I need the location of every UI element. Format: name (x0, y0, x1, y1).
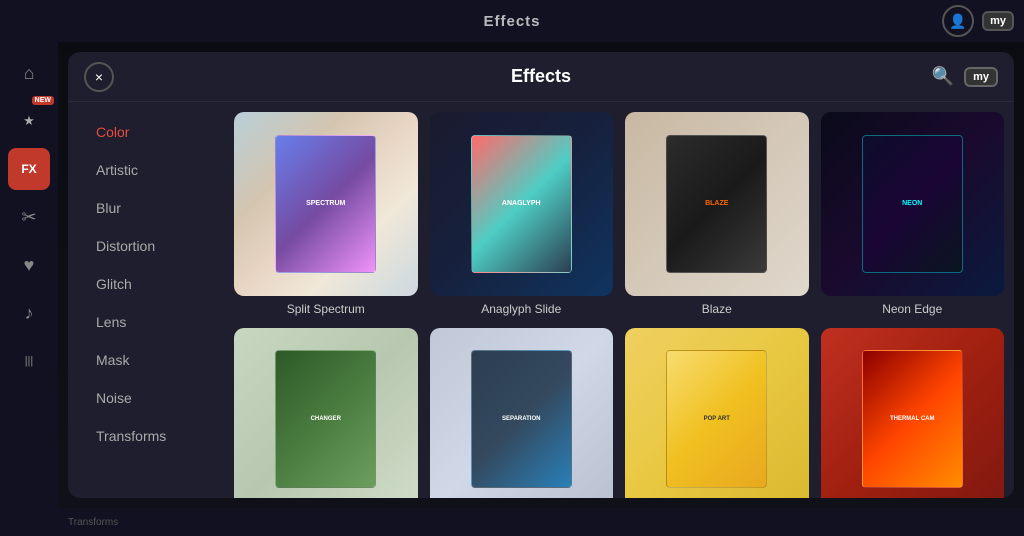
effect-box-color-changer: CHANGER (275, 350, 376, 488)
effect-thumb-halftone-pop: POP ART (625, 328, 809, 499)
app-sidebar: ⌂ ★ NEW FX ✂ ♥ ♪ ||| (0, 42, 58, 536)
effect-box-blaze: BLAZE (666, 135, 767, 273)
category-item-color[interactable]: Color (76, 114, 220, 150)
effect-thumb-thermal-cam: THERMAL CAM (821, 328, 1005, 499)
modal-header-right: 🔍 my (932, 66, 998, 87)
effect-thumb-color-changer: CHANGER (234, 328, 418, 499)
effect-box-anaglyph-slide: ANAGLYPH (471, 135, 572, 273)
category-item-mask[interactable]: Mask (76, 342, 220, 378)
effect-item-split-spectrum[interactable]: SPECTRUM Split Spectrum (234, 112, 418, 316)
close-button[interactable]: × (84, 62, 114, 92)
search-icon[interactable]: 🔍 (932, 66, 954, 87)
app-topbar-title: Effects (483, 13, 540, 30)
new-label: NEW (32, 96, 54, 105)
effect-thumb-split-spectrum: SPECTRUM (234, 112, 418, 296)
effect-item-thermal-cam[interactable]: THERMAL CAM Thermal Cam (821, 328, 1005, 499)
category-item-glitch[interactable]: Glitch (76, 266, 220, 302)
effect-box-thermal-cam: THERMAL CAM (862, 350, 963, 488)
effect-item-anaglyph-slide[interactable]: ANAGLYPH Anaglyph Slide (430, 112, 614, 316)
effect-item-halftone-pop[interactable]: POP ART Halftone Pop (625, 328, 809, 499)
sidebar-icon-heart[interactable]: ♥ (8, 244, 50, 286)
app-bottombar: Transforms (58, 508, 1024, 536)
effect-thumb-anaglyph-slide: ANAGLYPH (430, 112, 614, 296)
category-list: Color Artistic Blur Distortion Glitch Le… (68, 102, 228, 498)
effect-item-blaze[interactable]: BLAZE Blaze (625, 112, 809, 316)
category-item-transforms[interactable]: Transforms (76, 418, 220, 454)
effect-box-halftone-pop: POP ART (666, 350, 767, 488)
sidebar-icon-waveform[interactable]: ||| (8, 340, 50, 382)
effect-label-blaze: Blaze (702, 302, 732, 316)
bottombar-text: Transforms (68, 517, 118, 528)
effect-box-split-spectrum: SPECTRUM (275, 135, 376, 273)
modal-overlay: × Effects 🔍 my Color Artistic Blur Disto… (58, 42, 1024, 508)
user-icon[interactable]: 👤 (942, 5, 974, 37)
app-topbar-right: 👤 my (942, 5, 1014, 37)
effect-item-color-changer[interactable]: CHANGER Color Changer (234, 328, 418, 499)
effect-box-color-isolation: SEPARATION (471, 350, 572, 488)
category-item-lens[interactable]: Lens (76, 304, 220, 340)
category-item-noise[interactable]: Noise (76, 380, 220, 416)
my-badge-modal[interactable]: my (964, 67, 998, 87)
modal-header: × Effects 🔍 my (68, 52, 1014, 102)
effect-thumb-blaze: BLAZE (625, 112, 809, 296)
effect-box-neon-edge: NEON (862, 135, 963, 273)
category-item-artistic[interactable]: Artistic (76, 152, 220, 188)
effect-thumb-neon-edge: NEON (821, 112, 1005, 296)
sidebar-icon-fx[interactable]: FX (8, 148, 50, 190)
category-item-distortion[interactable]: Distortion (76, 228, 220, 264)
modal-body: Color Artistic Blur Distortion Glitch Le… (68, 102, 1014, 498)
sidebar-icon-home[interactable]: ⌂ (8, 52, 50, 94)
effect-label-split-spectrum: Split Spectrum (287, 302, 365, 316)
app-topbar: Effects 👤 my (0, 0, 1024, 42)
effects-grid-container[interactable]: SPECTRUM Split Spectrum ANAGLYPH Anaglyp… (228, 102, 1014, 498)
sidebar-icon-bowtie[interactable]: ✂ (8, 196, 50, 238)
effect-item-neon-edge[interactable]: NEON Neon Edge (821, 112, 1005, 316)
effect-label-anaglyph-slide: Anaglyph Slide (481, 302, 561, 316)
effect-item-color-isolation[interactable]: SEPARATION Color Isolation (430, 328, 614, 499)
sidebar-icon-music[interactable]: ♪ (8, 292, 50, 334)
my-badge-top[interactable]: my (982, 11, 1014, 31)
category-item-blur[interactable]: Blur (76, 190, 220, 226)
effects-grid: SPECTRUM Split Spectrum ANAGLYPH Anaglyp… (234, 112, 1004, 498)
effects-modal: × Effects 🔍 my Color Artistic Blur Disto… (68, 52, 1014, 498)
sidebar-icon-new[interactable]: ★ NEW (8, 100, 50, 142)
effect-label-neon-edge: Neon Edge (882, 302, 942, 316)
modal-title: Effects (511, 66, 571, 87)
effect-thumb-color-isolation: SEPARATION (430, 328, 614, 499)
